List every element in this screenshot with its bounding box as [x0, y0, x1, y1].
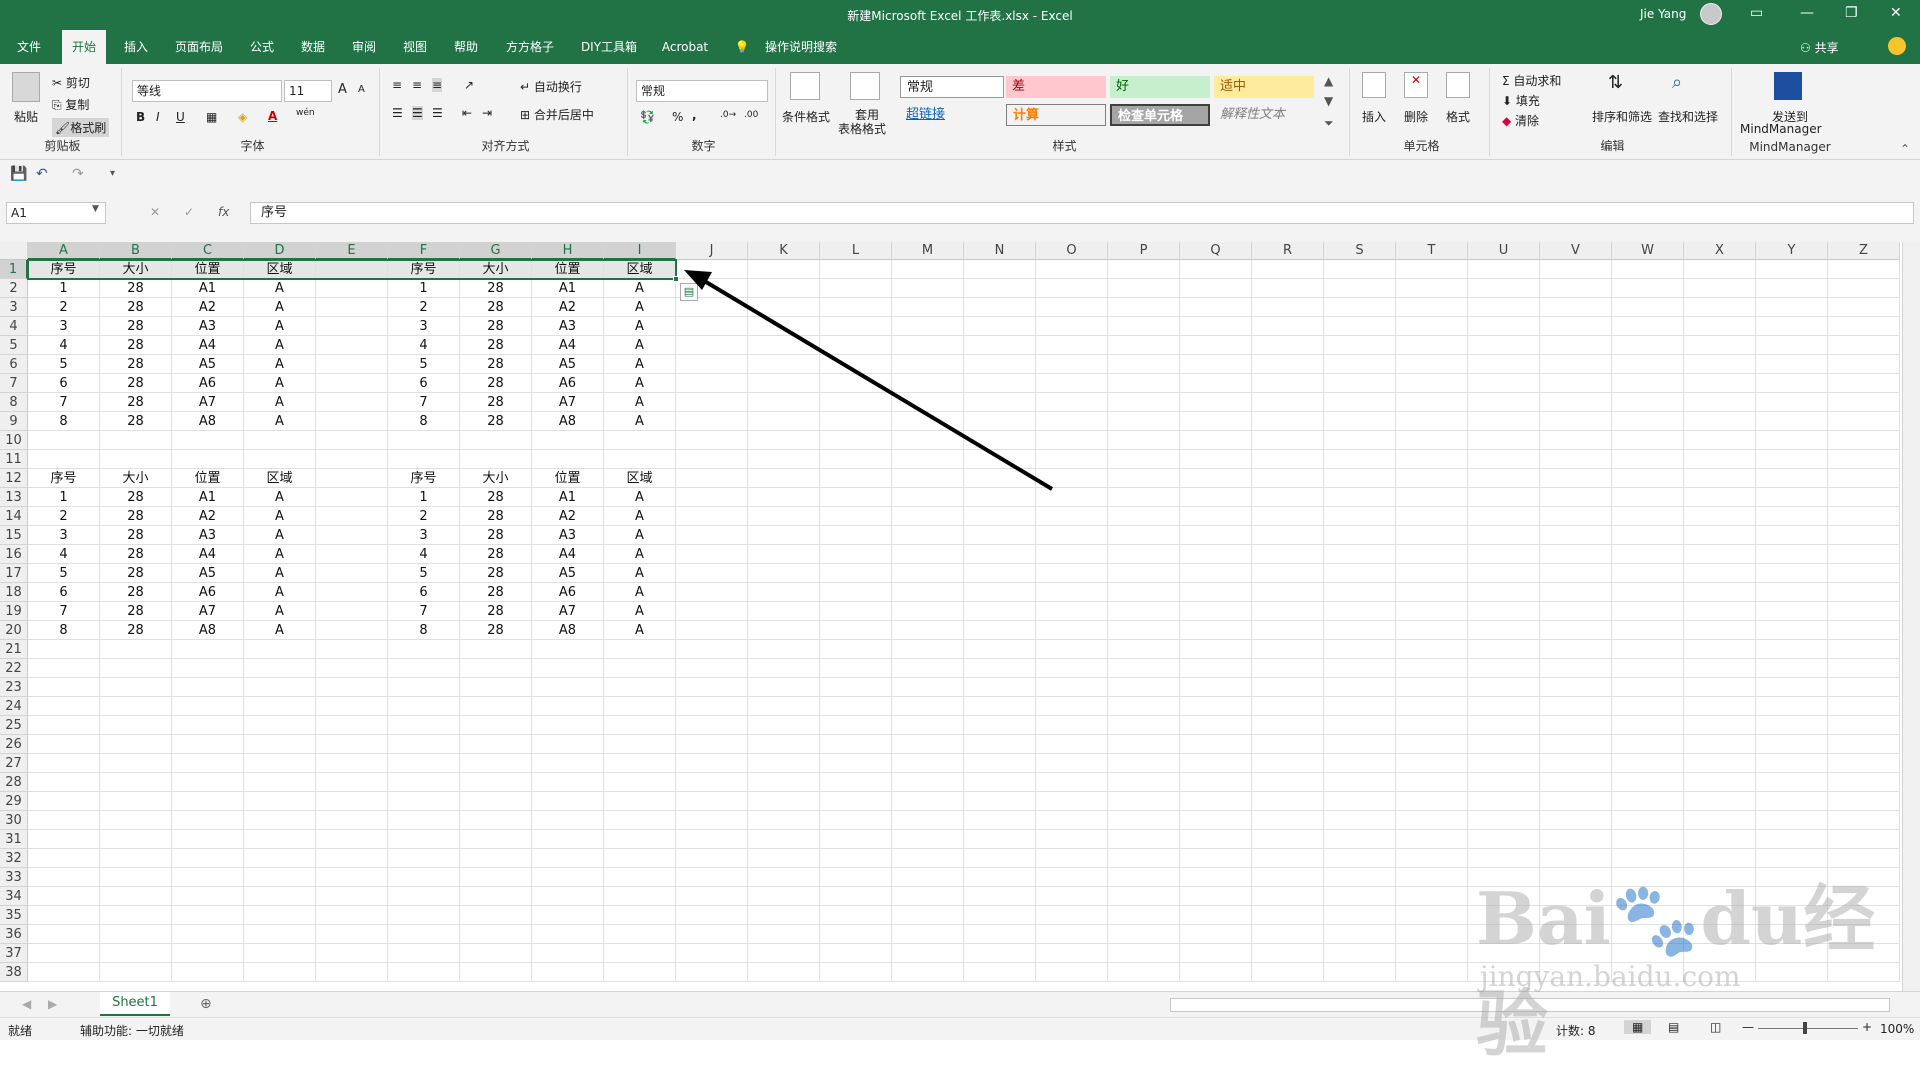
paw-icon: 🐾 — [1610, 876, 1701, 961]
annotation-arrow-head — [684, 270, 712, 290]
annotation-arrow-shaft — [694, 274, 1054, 491]
watermark-url: jingyan.baidu.com — [1480, 960, 1741, 993]
